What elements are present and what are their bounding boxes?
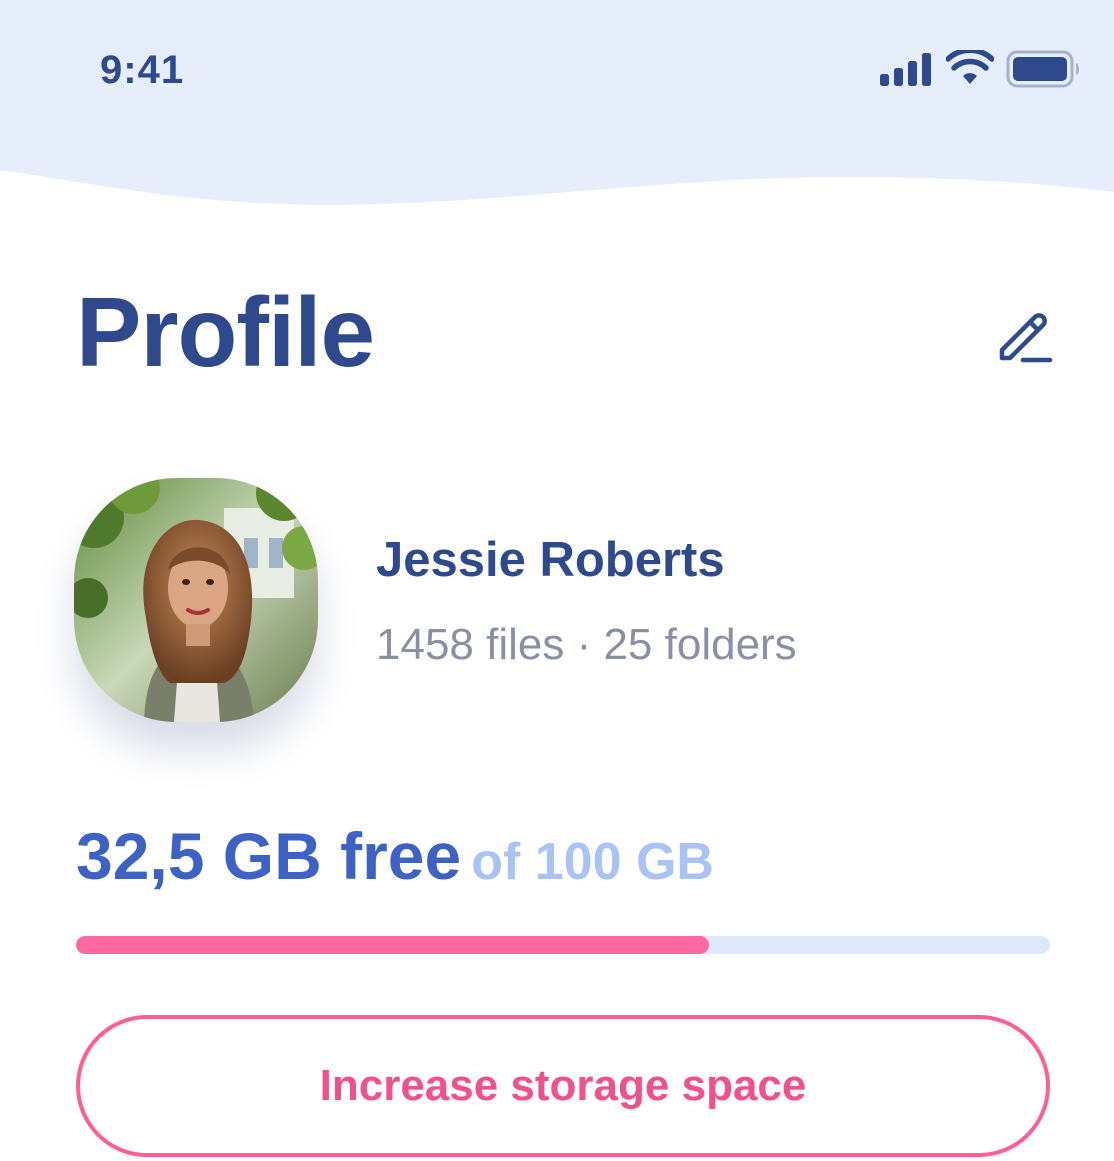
storage-free-label: 32,5 GB free xyxy=(76,819,462,893)
avatar-photo xyxy=(74,478,318,722)
storage-summary: 32,5 GB free of 100 GB xyxy=(76,818,714,894)
storage-total-label: of 100 GB xyxy=(471,833,714,891)
status-time: 9:41 xyxy=(100,48,185,92)
battery-icon xyxy=(1006,50,1079,88)
increase-storage-button[interactable]: Increase storage space xyxy=(76,1015,1050,1157)
page-title: Profile xyxy=(76,277,375,387)
user-name: Jessie Roberts xyxy=(376,533,725,587)
profile-screen: 9:41 Profile Jessie Roberts 1458 files ·… xyxy=(0,0,1114,1161)
status-bar: 9:41 xyxy=(0,0,1114,140)
pencil-icon xyxy=(999,313,1053,363)
storage-progress-fill xyxy=(76,936,710,954)
user-file-stats: 1458 files · 25 folders xyxy=(376,620,797,669)
storage-progress-bar xyxy=(76,936,1050,954)
avatar[interactable] xyxy=(74,478,318,722)
wifi-icon xyxy=(946,50,994,84)
signal-icon xyxy=(880,53,931,86)
edit-profile-button[interactable] xyxy=(988,300,1060,372)
